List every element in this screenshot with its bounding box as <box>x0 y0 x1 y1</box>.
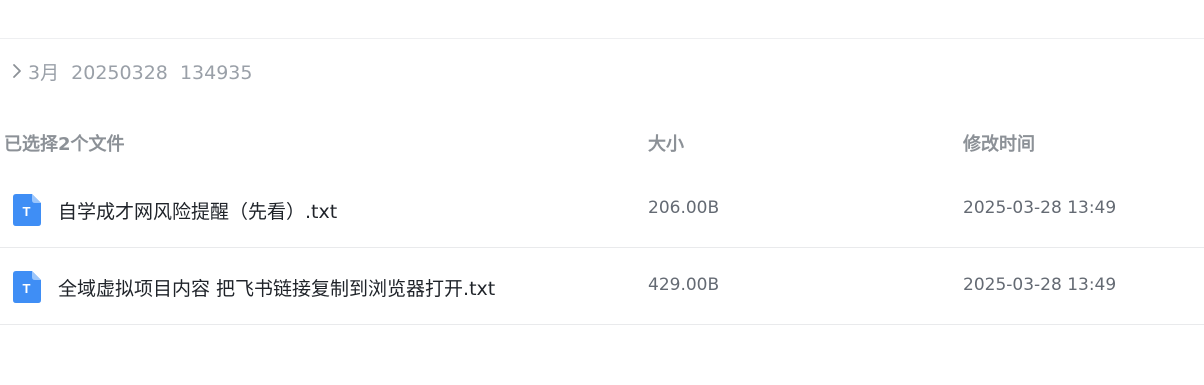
text-file-icon: T <box>13 194 41 226</box>
file-modified-time: 2025-03-28 13:49 <box>963 198 1117 218</box>
chevron-right-icon[interactable] <box>8 59 26 83</box>
table-row[interactable]: T 自学成才网风险提醒（先看）.txt 206.00B 2025-03-28 1… <box>0 172 1204 248</box>
row-divider <box>0 247 1204 248</box>
breadcrumb-folder-label[interactable]: 3月 20250328 134935 <box>28 58 252 85</box>
file-name[interactable]: 全域虚拟项目内容 把飞书链接复制到浏览器打开.txt <box>58 274 495 301</box>
breadcrumb[interactable]: 3月 20250328 134935 <box>8 56 252 86</box>
file-name[interactable]: 自学成才网风险提醒（先看）.txt <box>58 197 337 224</box>
file-size: 206.00B <box>648 198 720 218</box>
text-file-icon: T <box>13 271 41 303</box>
row-divider <box>0 324 1204 325</box>
file-size: 429.00B <box>648 275 720 295</box>
file-list-page: 3月 20250328 134935 已选择2个文件 大小 修改时间 T 自学成… <box>0 0 1204 385</box>
file-icon-letter: T <box>23 281 31 296</box>
table-header: 已选择2个文件 大小 修改时间 <box>0 124 1204 158</box>
header-modified-time[interactable]: 修改时间 <box>963 130 1035 156</box>
top-divider <box>0 38 1204 39</box>
file-icon-letter: T <box>23 204 31 219</box>
file-modified-time: 2025-03-28 13:49 <box>963 275 1117 295</box>
table-row[interactable]: T 全域虚拟项目内容 把飞书链接复制到浏览器打开.txt 429.00B 202… <box>0 249 1204 325</box>
header-size[interactable]: 大小 <box>648 130 684 156</box>
header-selection-count: 已选择2个文件 <box>4 134 125 155</box>
